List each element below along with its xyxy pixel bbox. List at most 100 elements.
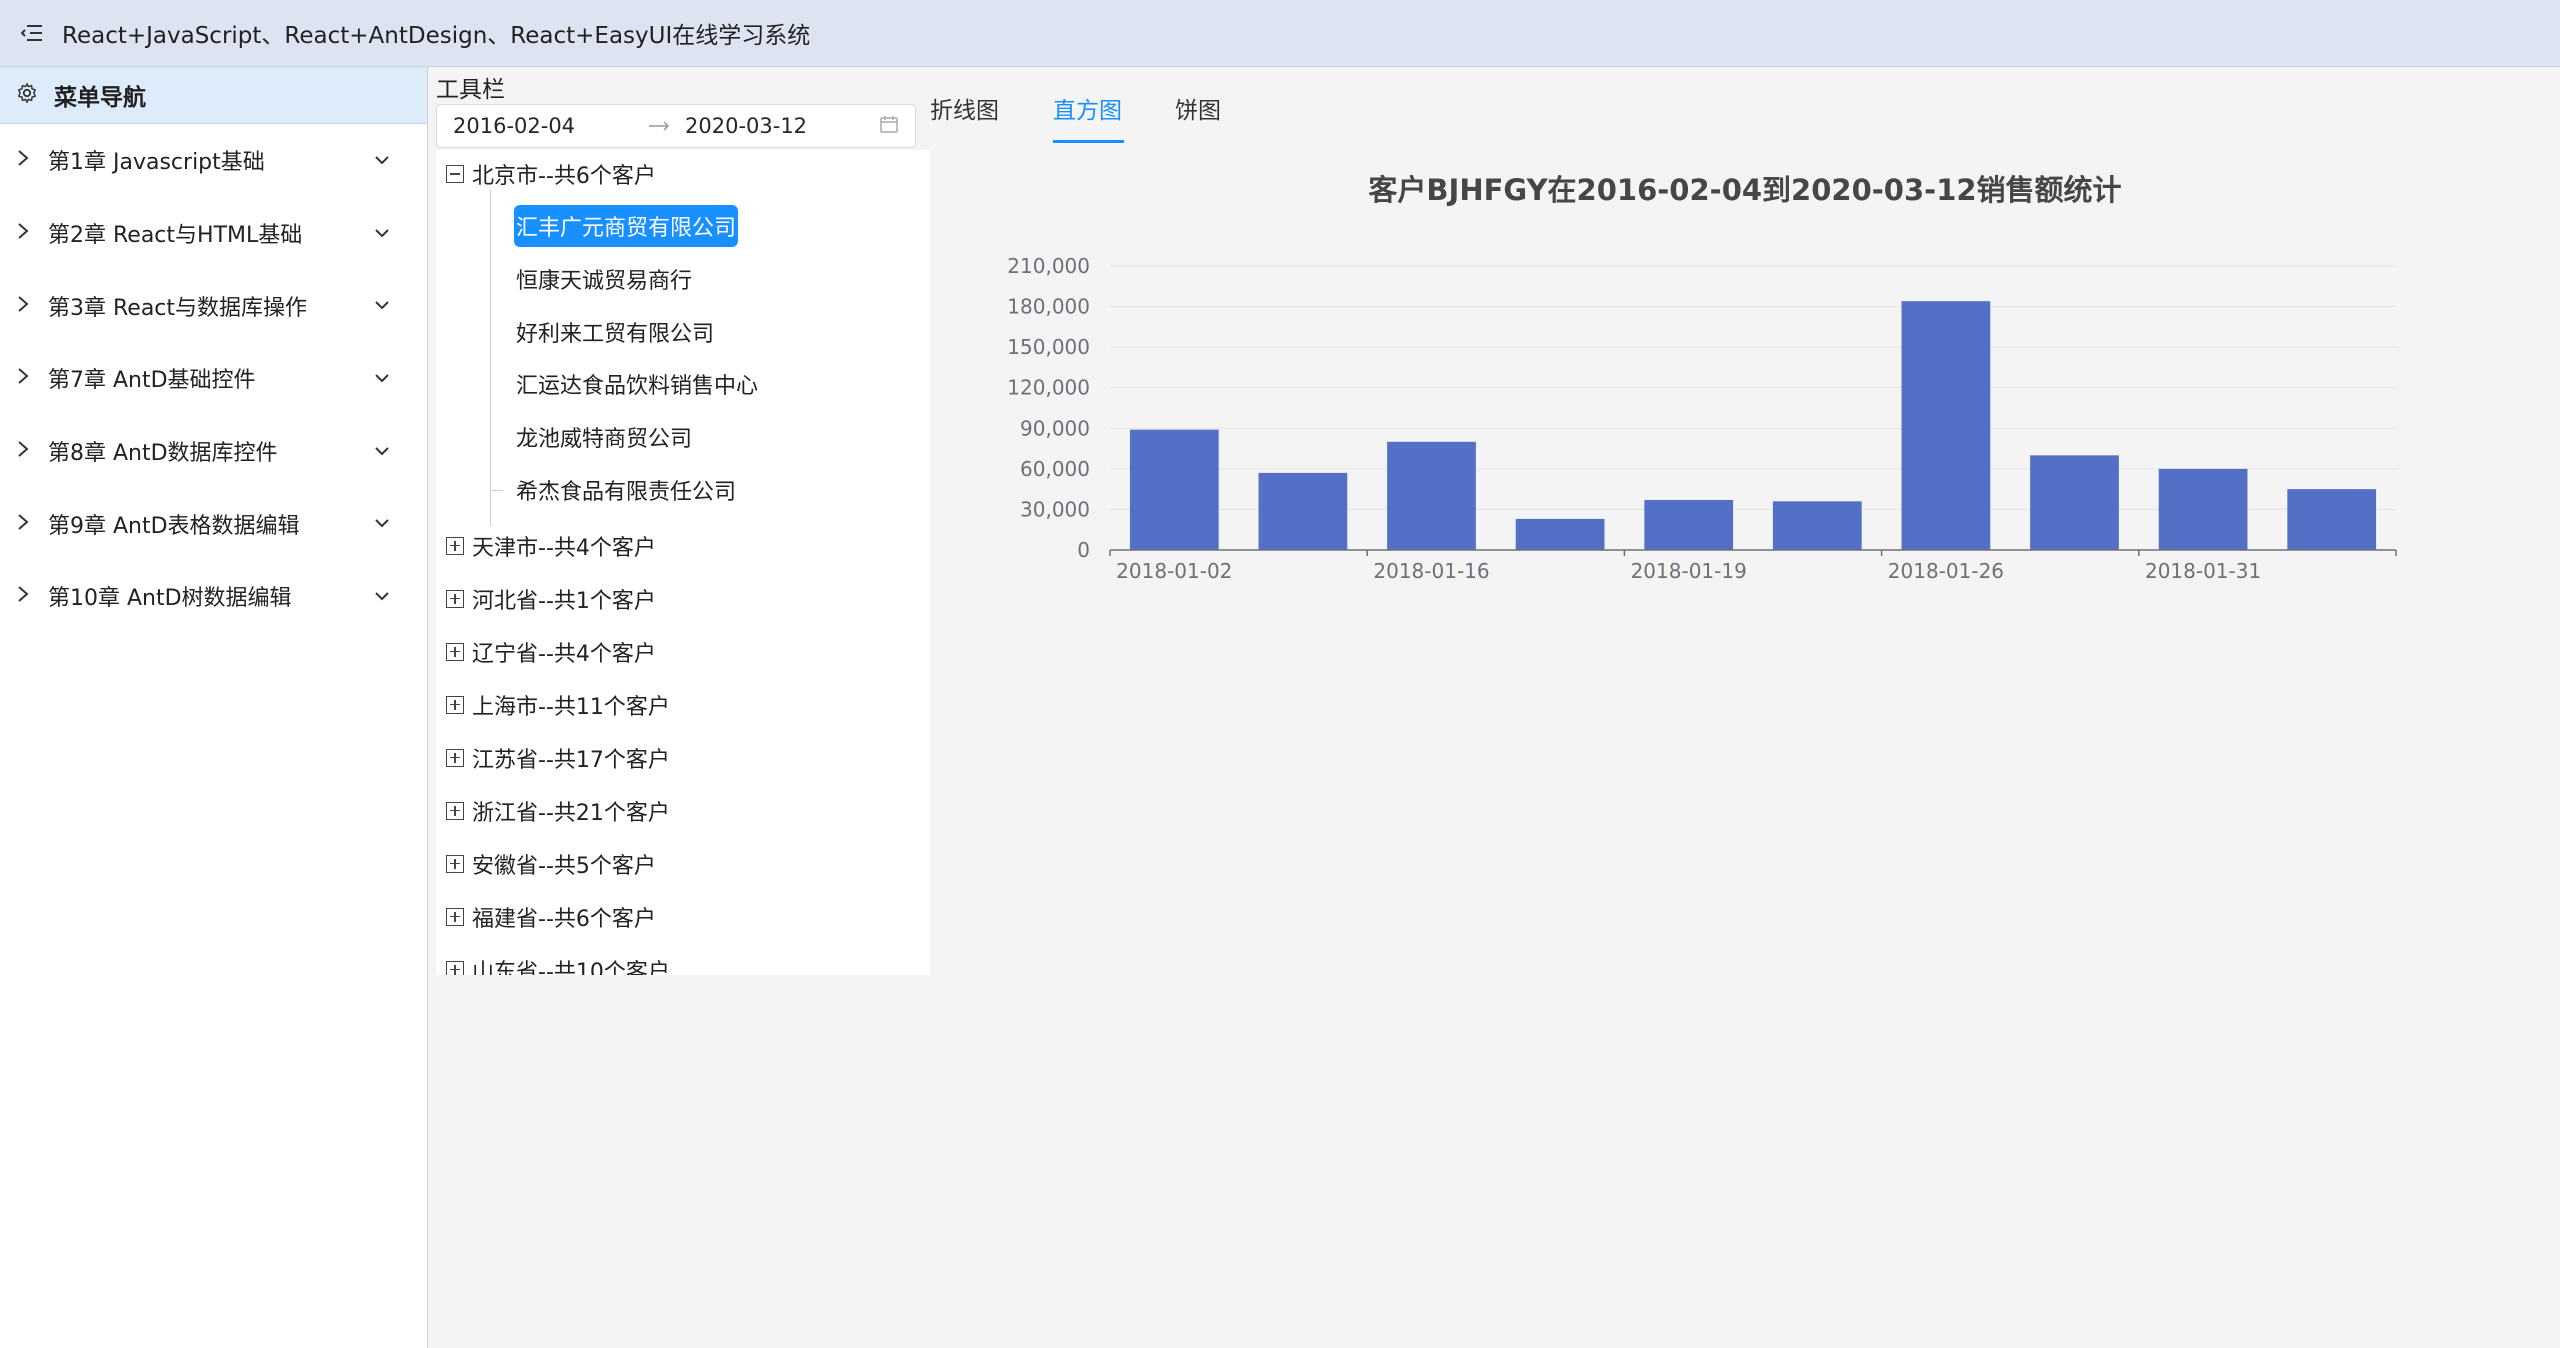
tree-child-item[interactable]: 龙池威特商贸公司: [514, 416, 694, 458]
calendar-icon[interactable]: [879, 114, 899, 138]
active-tab-indicator: [1053, 140, 1124, 143]
tree-node-label: 江苏省--共17个客户: [472, 747, 670, 773]
sidebar-item-label: 第1章 Javascript基础: [48, 150, 265, 176]
date-start-input[interactable]: 2016-02-04: [453, 114, 633, 138]
expand-icon[interactable]: [446, 536, 464, 555]
tree-node-label: 安徽省--共5个客户: [472, 853, 656, 879]
expand-icon[interactable]: [446, 748, 464, 767]
tree-child-item[interactable]: 汇运达食品饮料销售中心: [514, 363, 760, 405]
expand-icon[interactable]: [446, 854, 464, 873]
sidebar-item-label: 第2章 React与HTML基础: [48, 223, 303, 249]
app-title: React+JavaScript、React+AntDesign、React+E…: [62, 23, 811, 49]
sidebar-item[interactable]: 第2章 React与HTML基础: [0, 197, 427, 270]
tree-child-item[interactable]: 汇丰广元商贸有限公司: [514, 205, 739, 247]
sidebar-item-label: 第7章 AntD基础控件: [48, 368, 256, 394]
tab-histogram[interactable]: 直方图: [1053, 91, 1122, 125]
sidebar-item[interactable]: 第7章 AntD基础控件: [0, 342, 427, 415]
y-tick-label: 150,000: [1007, 335, 1090, 359]
sidebar-item-label: 第10章 AntD树数据编辑: [48, 586, 292, 612]
y-tick-label: 90,000: [1020, 416, 1090, 440]
chevron-down-icon: [373, 296, 391, 315]
sidebar-item-label: 第8章 AntD数据库控件: [48, 441, 278, 467]
bar[interactable]: [1644, 499, 1734, 550]
bar[interactable]: [1515, 518, 1605, 550]
tree-node[interactable]: 浙江省--共21个客户: [446, 787, 670, 835]
date-range-picker[interactable]: 2016-02-04 2020-03-12: [436, 104, 916, 148]
tree-child-item[interactable]: 好利来工贸有限公司: [514, 311, 716, 353]
customer-tree: 北京市--共6个客户汇丰广元商贸有限公司 恒康天诚贸易商行 好利来工贸有限公司汇运达…: [436, 150, 930, 975]
bar[interactable]: [2158, 468, 2248, 550]
arrow-right-icon: [633, 121, 685, 131]
date-end-input[interactable]: 2020-03-12: [685, 114, 865, 138]
sidebar-item[interactable]: 第10章 AntD树数据编辑: [0, 560, 427, 633]
tree-node[interactable]: 辽宁省--共4个客户: [446, 628, 656, 676]
chart-title: 客户BJHFGY在2016-02-04到2020-03-12销售额统计: [1368, 173, 2121, 207]
gear-icon: [16, 82, 38, 108]
bar[interactable]: [1387, 441, 1476, 550]
sidebar-item-label: 第9章 AntD表格数据编辑: [48, 513, 300, 539]
toolbar-title: 工具栏: [436, 77, 505, 103]
bar[interactable]: [1772, 501, 1862, 550]
sidebar-item[interactable]: 第9章 AntD表格数据编辑: [0, 487, 427, 560]
expand-icon[interactable]: [446, 695, 464, 714]
tree-node-label: 辽宁省--共4个客户: [472, 641, 656, 667]
tree-child-item[interactable]: 恒康天诚贸易商行: [514, 258, 694, 300]
tree-node[interactable]: 福建省--共6个客户: [446, 893, 656, 941]
x-tick-label: 2018-01-26: [1888, 559, 2004, 583]
y-tick-label: 60,000: [1020, 457, 1090, 481]
x-tick-label: 2018-01-16: [1373, 559, 1489, 583]
tree-guide-line: [491, 490, 503, 491]
tree-node-label: 福建省--共6个客户: [472, 906, 656, 932]
tree-node-label: 浙江省--共21个客户: [472, 800, 670, 826]
tree-node-label: 上海市--共11个客户: [472, 694, 670, 720]
bar[interactable]: [1258, 472, 1348, 550]
tree-node[interactable]: 天津市--共4个客户: [446, 522, 656, 570]
chevron-right-icon: [16, 512, 30, 536]
sidebar-item[interactable]: 第3章 React与数据库操作: [0, 269, 427, 342]
tree-node[interactable]: 山东省--共10个客户: [446, 946, 670, 975]
tree-node-label: 河北省--共1个客户: [472, 588, 656, 614]
x-tick-label: 2018-01-02: [1116, 559, 1232, 583]
x-tick-label: 2018-01-31: [2145, 559, 2261, 583]
collapse-icon[interactable]: [446, 165, 464, 183]
expand-icon[interactable]: [446, 801, 464, 820]
menu-toggle-icon[interactable]: [16, 17, 48, 49]
y-tick-label: 210,000: [1007, 254, 1090, 278]
chevron-down-icon: [373, 587, 391, 606]
tree-child-item[interactable]: 希杰食品有限责任公司: [514, 469, 738, 511]
bar[interactable]: [2287, 489, 2377, 550]
sidebar-item[interactable]: 第8章 AntD数据库控件: [0, 415, 427, 488]
chevron-down-icon: [373, 151, 391, 170]
tree-guide-line: [490, 190, 491, 526]
sidebar-item[interactable]: 第1章 Javascript基础: [0, 124, 427, 197]
tree-node-label: 山东省--共10个客户: [472, 959, 670, 975]
chevron-right-icon: [16, 148, 30, 172]
expand-icon[interactable]: [446, 907, 464, 926]
y-tick-label: 30,000: [1020, 497, 1090, 521]
tree-node[interactable]: 北京市--共6个客户: [446, 150, 656, 198]
tree-node[interactable]: 安徽省--共5个客户: [446, 840, 656, 888]
tree-node[interactable]: 河北省--共1个客户: [446, 575, 656, 623]
expand-icon[interactable]: [446, 960, 464, 975]
sidebar-header: 菜单导航: [0, 67, 427, 124]
tree-node[interactable]: 上海市--共11个客户: [446, 681, 670, 729]
y-tick-label: 120,000: [1007, 376, 1090, 400]
top-bar: React+JavaScript、React+AntDesign、React+E…: [0, 0, 2560, 67]
tab-line[interactable]: 折线图: [930, 91, 999, 125]
chevron-down-icon: [373, 442, 391, 461]
expand-icon[interactable]: [446, 642, 464, 661]
tree-node[interactable]: 江苏省--共17个客户: [446, 734, 670, 782]
bar[interactable]: [2030, 455, 2119, 550]
sidebar-item-label: 第3章 React与数据库操作: [48, 295, 308, 321]
y-tick-label: 0: [1077, 538, 1090, 562]
sidebar-title: 菜单导航: [54, 85, 146, 111]
expand-icon[interactable]: [446, 589, 464, 608]
sidebar: 菜单导航 第1章 Javascript基础第2章 React与HTML基础 第3章…: [0, 67, 428, 1348]
chevron-right-icon: [16, 366, 30, 390]
y-tick-label: 180,000: [1007, 295, 1090, 319]
chevron-down-icon: [373, 224, 391, 243]
bar[interactable]: [1129, 429, 1219, 550]
tab-pie[interactable]: 饼图: [1175, 91, 1221, 125]
chevron-right-icon: [16, 294, 30, 318]
bar[interactable]: [1901, 301, 1991, 550]
